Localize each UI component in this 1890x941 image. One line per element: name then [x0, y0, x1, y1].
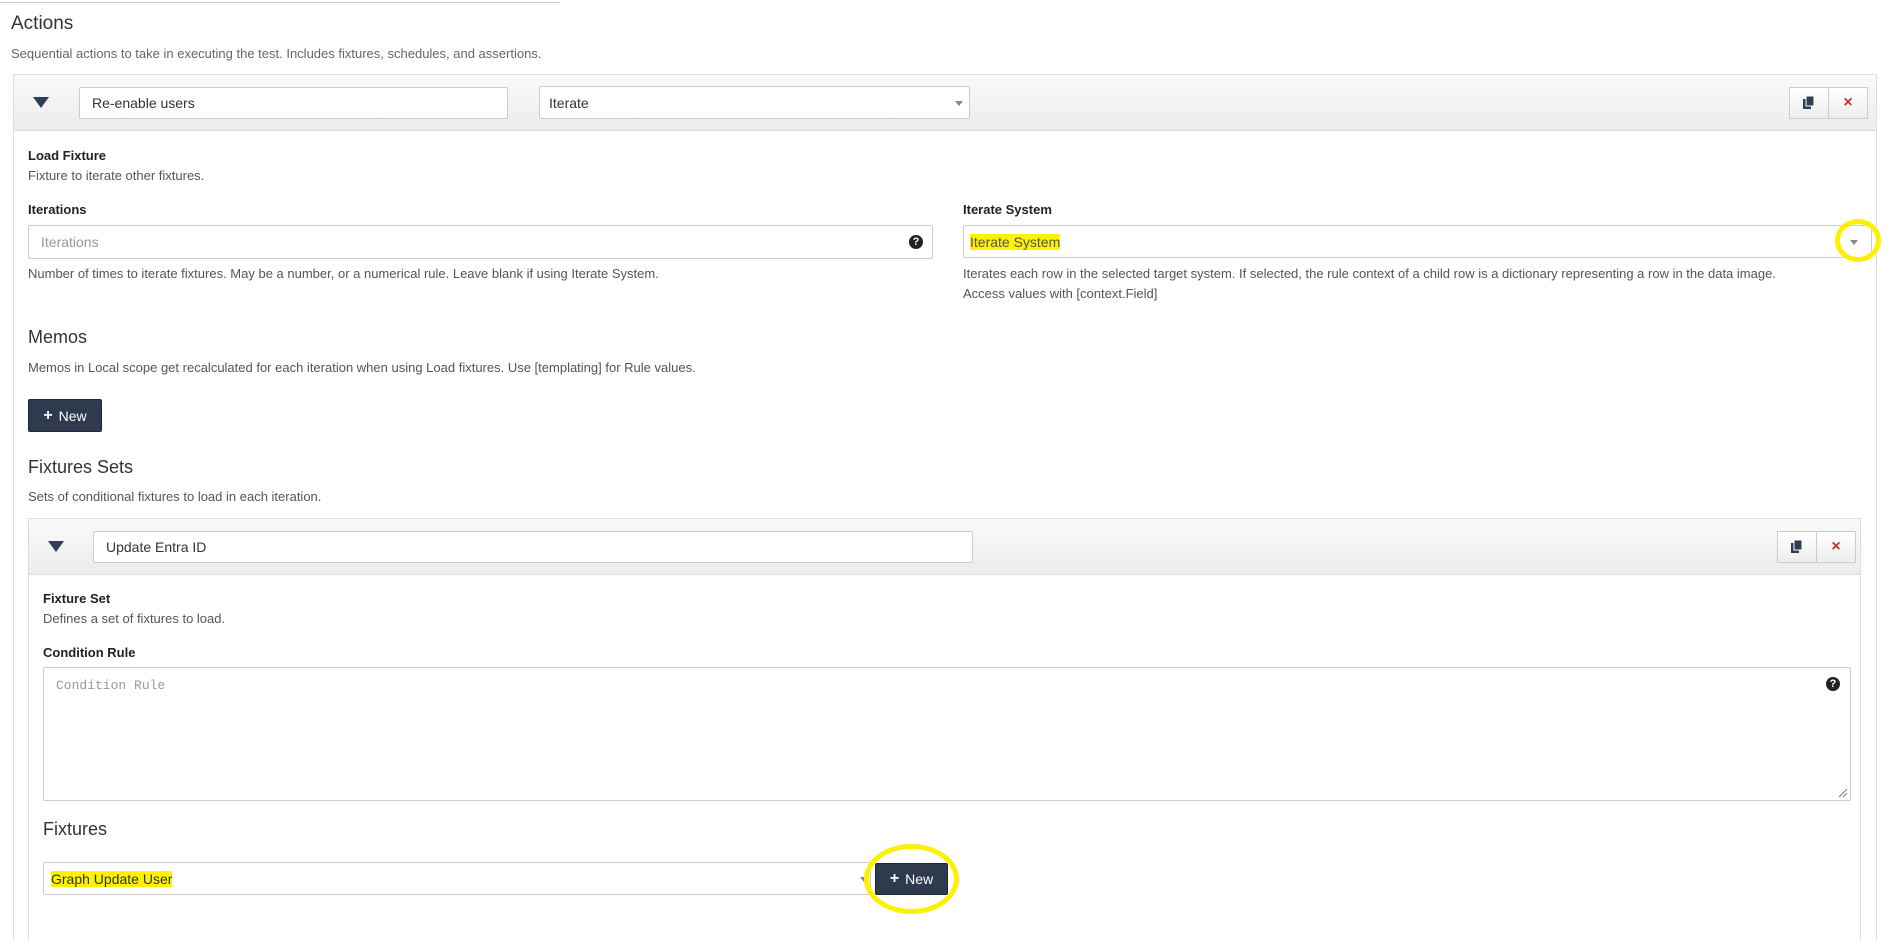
memos-description: Memos in Local scope get recalculated fo…: [28, 360, 696, 375]
fixture-set-name-input[interactable]: [93, 531, 973, 563]
highlight-circle: [864, 844, 959, 914]
actions-description: Sequential actions to take in executing …: [11, 46, 542, 61]
delete-fixture-set-button[interactable]: ×: [1816, 531, 1856, 563]
action-type-value: Iterate: [549, 95, 589, 111]
collapse-triangle-icon[interactable]: [33, 97, 49, 108]
iterate-system-select[interactable]: Iterate System: [963, 225, 1872, 258]
fixture-select-value: Graph Update User: [51, 871, 173, 887]
iterations-input[interactable]: [28, 225, 933, 259]
action-card: Iterate × Load Fixture Fixture to iterat…: [13, 74, 1881, 941]
close-icon: ×: [1843, 94, 1853, 111]
fixture-set-card: × Fixture Set Defines a set of fixtures …: [28, 518, 1861, 941]
highlight-circle: [1835, 219, 1881, 262]
help-icon[interactable]: ?: [1826, 677, 1840, 691]
action-header: Iterate ×: [14, 75, 1876, 131]
plus-icon: +: [43, 406, 53, 424]
close-icon: ×: [1831, 538, 1841, 555]
iterate-system-value: Iterate System: [970, 234, 1061, 250]
fixture-sets-description: Sets of conditional fixtures to load in …: [28, 489, 322, 504]
resize-handle-icon[interactable]: [1838, 788, 1848, 798]
actions-heading: Actions: [11, 13, 74, 34]
copy-action-button[interactable]: [1789, 87, 1829, 119]
fixture-sets-heading: Fixtures Sets: [28, 457, 134, 477]
help-icon[interactable]: ?: [909, 235, 923, 249]
new-memo-button[interactable]: + New: [28, 399, 102, 432]
collapse-triangle-icon[interactable]: [48, 541, 64, 552]
load-fixture-title: Load Fixture: [28, 148, 107, 163]
copy-icon: [1803, 95, 1815, 109]
delete-action-button[interactable]: ×: [1828, 87, 1868, 119]
copy-fixture-set-button[interactable]: [1777, 531, 1817, 563]
load-fixture-description: Fixture to iterate other fixtures.: [28, 168, 205, 183]
fixture-set-title: Fixture Set: [43, 591, 111, 606]
action-name-input[interactable]: [79, 87, 508, 119]
iterations-help: Number of times to iterate fixtures. May…: [28, 266, 659, 281]
condition-rule-placeholder: Condition Rule: [56, 678, 166, 693]
condition-rule-label: Condition Rule: [43, 645, 136, 660]
new-memo-label: New: [58, 407, 87, 424]
action-type-select[interactable]: Iterate: [539, 86, 970, 119]
memos-heading: Memos: [28, 327, 88, 347]
fixture-select[interactable]: Graph Update User: [43, 862, 871, 895]
fixtures-heading: Fixtures: [43, 819, 108, 839]
iterate-system-label: Iterate System: [963, 202, 1052, 217]
copy-icon: [1791, 539, 1803, 553]
condition-rule-textarea[interactable]: Condition Rule ?: [43, 667, 1851, 801]
fixture-set-description: Defines a set of fixtures to load.: [43, 611, 226, 626]
fixture-set-header: ×: [29, 519, 1860, 575]
iterate-system-help-1: Iterates each row in the selected target…: [963, 266, 1776, 281]
iterate-system-help-2: Access values with [context.Field]: [963, 286, 1158, 301]
iterations-label: Iterations: [28, 202, 87, 217]
top-divider: [0, 0, 560, 3]
chevron-down-icon: [955, 101, 963, 106]
